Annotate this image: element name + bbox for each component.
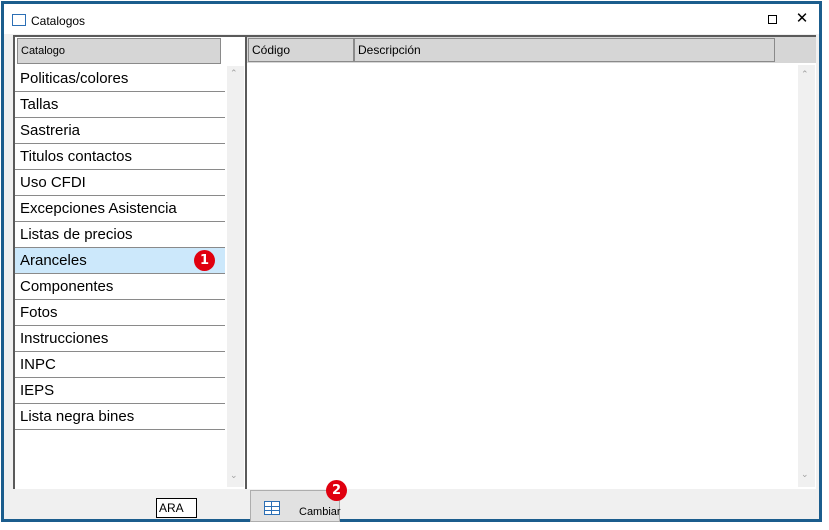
list-item[interactable]: Instrucciones bbox=[15, 326, 225, 352]
list-item[interactable]: Titulos contactos bbox=[15, 144, 225, 170]
title-bar: Catalogos ✕ bbox=[4, 4, 819, 34]
step-badge-1: 1 bbox=[194, 250, 215, 271]
list-item-label: Lista negra bines bbox=[20, 408, 135, 425]
list-item-label: Tallas bbox=[20, 96, 59, 113]
list-item-label: Uso CFDI bbox=[20, 174, 86, 191]
list-item[interactable]: Uso CFDI bbox=[15, 170, 225, 196]
list-item-label: Sastreria bbox=[20, 122, 81, 139]
catalog-code-field[interactable]: ARA bbox=[156, 498, 197, 518]
list-item[interactable]: Fotos bbox=[15, 300, 225, 326]
list-item-label: Fotos bbox=[20, 304, 58, 321]
catalog-detail-grid: Código Descripción ⌃ ⌄ bbox=[245, 35, 816, 489]
scroll-down-icon[interactable]: ⌄ bbox=[230, 470, 238, 481]
list-item[interactable]: Politicas/colores bbox=[15, 66, 225, 92]
list-item[interactable]: Lista negra bines bbox=[15, 404, 225, 430]
list-item-label: Listas de precios bbox=[20, 226, 133, 243]
list-item[interactable]: Excepciones Asistencia bbox=[15, 196, 225, 222]
window-title: Catalogos bbox=[31, 14, 86, 28]
scroll-up-icon[interactable]: ⌃ bbox=[230, 68, 238, 79]
list-item[interactable]: Componentes bbox=[15, 274, 225, 300]
list-item-label: Aranceles bbox=[20, 252, 87, 269]
grid-icon bbox=[264, 501, 280, 515]
grid-scrollbar[interactable]: ⌃ ⌄ bbox=[798, 65, 815, 487]
list-item-label: Titulos contactos bbox=[20, 148, 132, 165]
catalog-column-header[interactable]: Catalogo bbox=[17, 38, 221, 64]
catalog-list: Politicas/colores Tallas Sastreria Titulos … bbox=[15, 66, 225, 430]
list-item-label: INPC bbox=[20, 356, 56, 373]
list-item[interactable]: Aranceles 1 bbox=[15, 248, 225, 274]
step-badge-2: 2 bbox=[326, 480, 347, 501]
list-item-label: Excepciones Asistencia bbox=[20, 200, 177, 217]
list-item[interactable]: IEPS bbox=[15, 378, 225, 404]
list-item-label: Instrucciones bbox=[20, 330, 109, 347]
list-item-label: Politicas/colores bbox=[20, 70, 129, 87]
catalog-list-panel: Catalogo Politicas/colores Tallas Sastreri… bbox=[13, 35, 245, 489]
list-item[interactable]: Sastreria bbox=[15, 118, 225, 144]
change-button-label: Cambiar bbox=[299, 506, 341, 518]
grid-scroll-up-icon[interactable]: ⌃ bbox=[801, 69, 809, 80]
list-item-label: IEPS bbox=[20, 382, 55, 399]
grid-scroll-down-icon[interactable]: ⌄ bbox=[801, 469, 809, 480]
maximize-icon bbox=[768, 15, 777, 24]
column-header-codigo[interactable]: Código bbox=[248, 38, 354, 62]
grid-header: Código Descripción bbox=[247, 37, 816, 63]
window-icon bbox=[12, 14, 26, 26]
close-button[interactable]: ✕ bbox=[791, 9, 813, 29]
list-item[interactable]: Listas de precios bbox=[15, 222, 225, 248]
list-item[interactable]: Tallas bbox=[15, 92, 225, 118]
column-header-descripcion[interactable]: Descripción bbox=[354, 38, 775, 62]
list-item[interactable]: INPC bbox=[15, 352, 225, 378]
list-item-label: Componentes bbox=[20, 278, 114, 295]
catalogos-window: Catalogos ✕ Catalogo Politicas/colores Ta… bbox=[1, 1, 822, 522]
catalog-list-scrollbar[interactable]: ⌃ ⌄ bbox=[227, 66, 244, 487]
maximize-button[interactable] bbox=[762, 10, 784, 30]
